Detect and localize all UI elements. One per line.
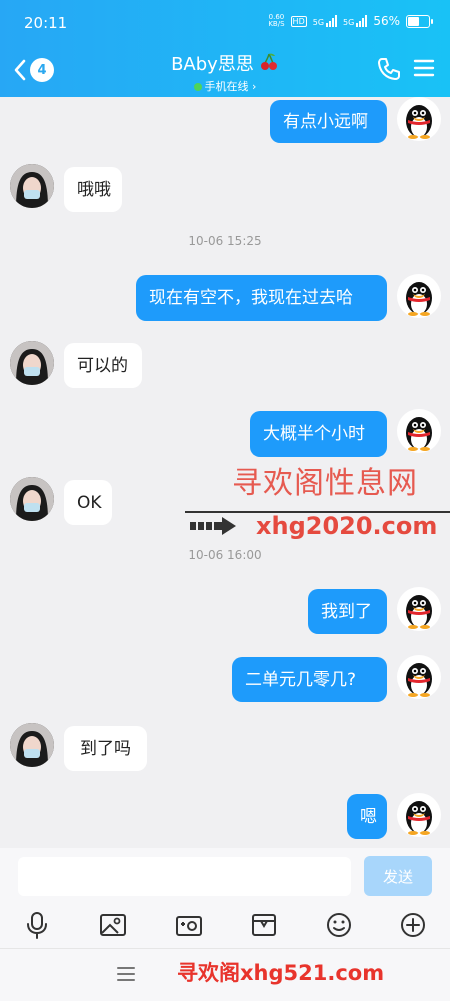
net-speed: 0.60 KB/S	[268, 14, 284, 28]
message-text: 有点小远啊	[283, 111, 368, 132]
penguin-icon	[406, 282, 432, 316]
message-text: 大概半个小时	[263, 424, 365, 444]
outgoing-message[interactable]: 有点小远啊	[270, 100, 387, 143]
message-text: 到了吗	[80, 738, 131, 759]
status-icons: 0.60 KB/S HD 5G 5G 56%	[268, 14, 433, 28]
penguin-icon	[406, 663, 432, 697]
arrow-icon	[190, 517, 236, 535]
outgoing-message[interactable]: 二单元几零几?	[232, 657, 387, 702]
watermark-bottom: 寻欢阁xhg521.com	[177, 961, 385, 985]
menu-icon[interactable]	[412, 56, 436, 80]
message-text: 我到了	[321, 601, 372, 622]
my-avatar[interactable]	[397, 793, 441, 837]
image-icon[interactable]	[98, 910, 128, 940]
penguin-icon	[406, 417, 432, 451]
my-avatar[interactable]	[397, 97, 441, 141]
timestamp: 10-06 15:25	[188, 234, 262, 248]
watermark-url: xhg2020.com	[256, 512, 438, 540]
girl-avatar-icon	[10, 164, 54, 208]
send-button[interactable]: 发送	[364, 856, 432, 896]
contact-avatar[interactable]	[10, 341, 54, 385]
girl-avatar-icon	[10, 341, 54, 385]
penguin-icon	[406, 595, 432, 629]
gift-icon[interactable]	[249, 910, 279, 940]
camera-icon[interactable]	[174, 910, 204, 940]
contact-avatar[interactable]	[10, 477, 54, 521]
penguin-icon	[406, 105, 432, 139]
microphone-icon[interactable]	[22, 910, 52, 940]
incoming-message[interactable]: 可以的	[64, 343, 142, 388]
online-status-text: 手机在线	[204, 80, 249, 93]
message-input[interactable]	[18, 857, 351, 896]
outgoing-message[interactable]: 现在有空不，我现在过去哈	[136, 275, 387, 321]
message-text: 现在有空不，我现在过去哈	[149, 288, 353, 308]
battery-percent: 56%	[373, 14, 400, 28]
incoming-message[interactable]: OK	[64, 480, 112, 525]
net-type-2: 5G	[343, 18, 355, 27]
message-text: 二单元几零几?	[245, 669, 357, 690]
contact-name: BAby思思	[171, 54, 254, 75]
net-type-1: 5G	[312, 18, 325, 27]
girl-avatar-icon	[10, 723, 54, 767]
signal-icon	[326, 15, 338, 27]
my-avatar[interactable]	[397, 655, 441, 699]
cherry-icon	[260, 53, 277, 70]
my-avatar[interactable]	[397, 409, 441, 453]
net-speed-unit: KB/S	[268, 20, 285, 28]
outgoing-message[interactable]: 我到了	[308, 589, 387, 634]
message-text: 可以的	[77, 355, 128, 376]
my-avatar[interactable]	[397, 587, 441, 631]
signal-5g-2: 5G	[343, 15, 368, 27]
my-avatar[interactable]	[397, 274, 441, 318]
contact-avatar[interactable]	[10, 164, 54, 208]
hd-badge: HD	[290, 15, 307, 27]
chat-header: 20:11 0.60 KB/S HD 5G 5G 56% 4 BAby思思 手机…	[0, 0, 450, 97]
timestamp: 10-06 16:00	[188, 548, 262, 562]
girl-avatar-icon	[10, 477, 54, 521]
penguin-icon	[406, 801, 432, 835]
watermark-text: 寻欢阁性息网	[232, 466, 418, 501]
message-text: 哦哦	[77, 179, 111, 200]
battery-icon	[406, 14, 433, 28]
signal-5g-1: 5G	[312, 15, 338, 27]
status-bar: 20:11 0.60 KB/S HD 5G 5G 56%	[0, 0, 450, 46]
emoji-icon[interactable]	[324, 910, 354, 940]
signal-icon	[356, 15, 368, 27]
phone-icon[interactable]	[376, 56, 402, 82]
outgoing-message[interactable]: 嗯	[347, 794, 387, 839]
message-text: OK	[77, 492, 102, 513]
status-time: 20:11	[24, 14, 68, 32]
contact-avatar[interactable]	[10, 723, 54, 767]
outgoing-message[interactable]: 大概半个小时	[250, 411, 387, 457]
message-text: 嗯	[360, 806, 377, 827]
online-dot-icon	[193, 83, 202, 91]
plus-icon[interactable]	[398, 910, 428, 940]
incoming-message[interactable]: 哦哦	[64, 167, 122, 212]
incoming-message[interactable]: 到了吗	[64, 726, 147, 771]
nav-menu-icon[interactable]	[116, 965, 136, 983]
